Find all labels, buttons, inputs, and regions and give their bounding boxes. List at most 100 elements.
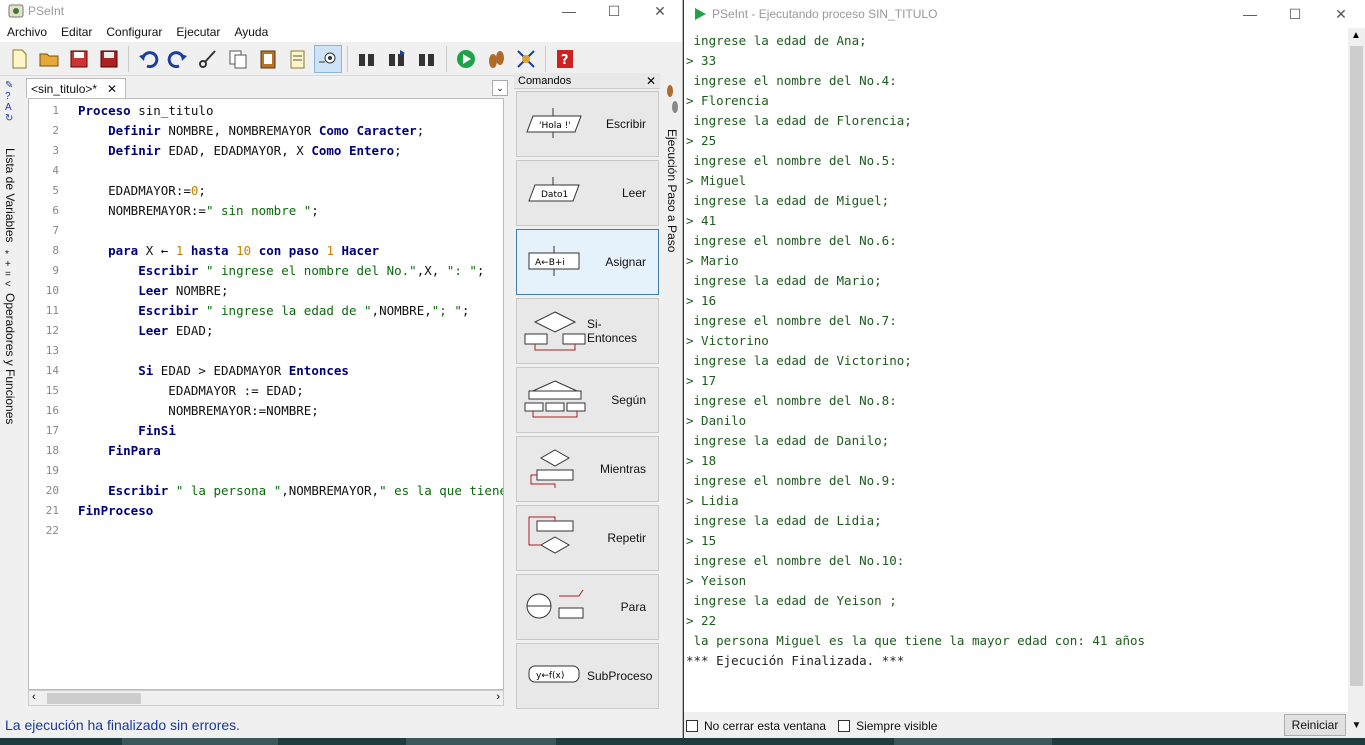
console-vertical-scrollbar[interactable]: ▲ (1348, 28, 1365, 712)
console-line: > 41 (686, 213, 717, 228)
tab-list-dropdown-icon[interactable]: ⌄ (492, 80, 508, 96)
line-number: 7 (52, 224, 59, 237)
code-line[interactable]: 3 Definir EDAD, EDADMAYOR, X Como Entero… (29, 141, 503, 161)
command-subproceso-button[interactable]: y←f(x) SubProceso (516, 643, 659, 709)
restart-button[interactable]: Reiniciar (1284, 714, 1346, 736)
menu-ejecutar[interactable]: Ejecutar (169, 25, 227, 39)
redo-icon[interactable] (164, 45, 192, 73)
command-escribir-button[interactable]: 'Hola !' Escribir (516, 91, 659, 157)
menu-configurar[interactable]: Configurar (99, 25, 169, 39)
scroll-up-icon[interactable]: ▲ (1351, 30, 1361, 41)
copy-icon[interactable] (224, 45, 252, 73)
console-output[interactable]: ingrese la edad de Ana; > 33 ingrese el n… (684, 28, 1349, 712)
save-as-icon[interactable] (95, 45, 123, 73)
scroll-right-icon[interactable]: › (496, 691, 500, 703)
code-line[interactable]: 20 Escribir " la persona ",NOMBREMAYOR,"… (29, 481, 503, 501)
console-scrollbar-thumb[interactable] (1350, 46, 1363, 686)
command-leer-button[interactable]: Dato1 Leer (516, 160, 659, 226)
tab-close-icon[interactable]: ✕ (107, 82, 117, 96)
code-line[interactable]: 21 FinProceso (29, 501, 503, 521)
run-maximize-button[interactable]: ☐ (1272, 0, 1318, 28)
debug-icon[interactable] (512, 45, 540, 73)
indent-icon[interactable] (314, 44, 342, 73)
run-minimize-button[interactable]: — (1227, 0, 1273, 28)
edit-icon[interactable] (284, 45, 312, 73)
code-line[interactable]: 16 NOMBREMAYOR:=NOMBRE; (29, 401, 503, 421)
status-bar: La ejecución ha finalizado sin errores. (0, 714, 682, 736)
run-bottom-bar: No cerrar esta ventana Siempre visible R… (684, 712, 1365, 740)
maximize-button[interactable]: ☐ (591, 0, 637, 22)
command-repetir-button[interactable]: Repetir (516, 505, 659, 571)
command-label: Si-Entonces (587, 317, 638, 345)
code-line[interactable]: 11 Escribir " ingrese la edad de ",NOMBR… (29, 301, 503, 321)
command-label: Mientras (599, 462, 646, 476)
code-line[interactable]: 9 Escribir " ingrese el nombre del No.",… (29, 261, 503, 281)
code-line[interactable]: 8 para X ← 1 hasta 10 con paso 1 Hacer (29, 241, 503, 261)
find-next-icon[interactable] (383, 45, 411, 73)
run-close-button[interactable]: ✕ (1318, 0, 1364, 28)
help-icon[interactable]: ? (551, 45, 579, 73)
command-seg-n-button[interactable]: Según (516, 367, 659, 433)
run-window-title: PSeInt - Ejecutando proceso SIN_TITULO (712, 7, 938, 21)
variables-rail-icon: ✎? A ↻ (5, 80, 14, 124)
taskbar-item[interactable] (894, 738, 1052, 745)
new-file-icon[interactable] (5, 45, 33, 73)
code-line[interactable]: 12 Leer EDAD; (29, 321, 503, 341)
code-line[interactable]: 4 (29, 161, 503, 181)
code-text: FinPara (108, 443, 161, 458)
step-by-step-rail-tab[interactable]: Ejecución Paso a Paso (665, 129, 679, 252)
line-number: 1 (52, 104, 59, 117)
code-line[interactable]: 2 Definir NOMBRE, NOMBREMAYOR Como Carac… (29, 121, 503, 141)
scrollbar-thumb[interactable] (47, 693, 141, 704)
minimize-button[interactable]: — (546, 0, 592, 22)
console-line: ingrese el nombre del No.9: (686, 473, 897, 488)
save-icon[interactable] (65, 45, 93, 73)
editor-horizontal-scrollbar[interactable]: ‹ › (28, 690, 504, 706)
open-folder-icon[interactable] (35, 45, 63, 73)
menu-editar[interactable]: Editar (54, 25, 99, 39)
command-mientras-button[interactable]: Mientras (516, 436, 659, 502)
commands-panel-close-icon[interactable]: ✕ (646, 74, 656, 88)
tab-sin-titulo[interactable]: <sin_titulo>* ✕ (26, 78, 126, 98)
scroll-left-icon[interactable]: ‹ (32, 691, 36, 703)
replace-icon[interactable] (413, 45, 441, 73)
menu-archivo[interactable]: Archivo (0, 25, 54, 39)
code-line[interactable]: 5 EDADMAYOR:=0; (29, 181, 503, 201)
taskbar-item[interactable] (406, 738, 556, 745)
no-close-checkbox[interactable] (686, 720, 698, 732)
undo-icon[interactable] (134, 45, 162, 73)
run-icon[interactable] (452, 45, 480, 73)
console-line: > Yeison (686, 573, 747, 588)
menu-ayuda[interactable]: Ayuda (227, 25, 275, 39)
code-line[interactable]: 1 Proceso sin_titulo (29, 101, 503, 121)
find-icon[interactable] (353, 45, 381, 73)
code-line[interactable]: 10 Leer NOMBRE; (29, 281, 503, 301)
code-line[interactable]: 19 (29, 461, 503, 481)
taskbar-item[interactable] (122, 738, 278, 745)
code-text: EDADMAYOR := EDAD; (78, 383, 304, 398)
restart-dropdown-icon[interactable]: ▼ (1348, 714, 1365, 736)
command-asignar-button[interactable]: A←B+i Asignar (516, 229, 659, 295)
command-label: Escribir (605, 117, 646, 131)
code-line[interactable]: 14 Si EDAD > EDADMAYOR Entonces (29, 361, 503, 381)
command-para-button[interactable]: Para (516, 574, 659, 640)
code-editor[interactable]: 1 Proceso sin_titulo 2 Definir NOMBRE, NOM… (28, 98, 504, 690)
operators-rail-tab[interactable]: Operadores y Funciones (3, 293, 17, 424)
command-si-entonces-button[interactable]: Si-Entonces (516, 298, 659, 364)
code-line[interactable]: 22 (29, 521, 503, 541)
step-icon[interactable] (482, 45, 510, 73)
console-line: > Miguel (686, 173, 747, 188)
code-line[interactable]: 18 FinPara (29, 441, 503, 461)
paste-icon[interactable] (254, 45, 282, 73)
code-line[interactable]: 15 EDADMAYOR := EDAD; (29, 381, 503, 401)
always-visible-checkbox[interactable] (838, 720, 851, 732)
close-button[interactable]: ✕ (637, 0, 682, 22)
code-line[interactable]: 6 NOMBREMAYOR:=" sin nombre "; (29, 201, 503, 221)
line-number: 15 (45, 384, 59, 397)
variables-rail-tab[interactable]: Lista de Variables (3, 148, 17, 243)
code-line[interactable]: 13 (29, 341, 503, 361)
code-line[interactable]: 17 FinSi (29, 421, 503, 441)
command-label: Leer (621, 186, 646, 200)
cut-icon[interactable] (194, 45, 222, 73)
code-line[interactable]: 7 (29, 221, 503, 241)
